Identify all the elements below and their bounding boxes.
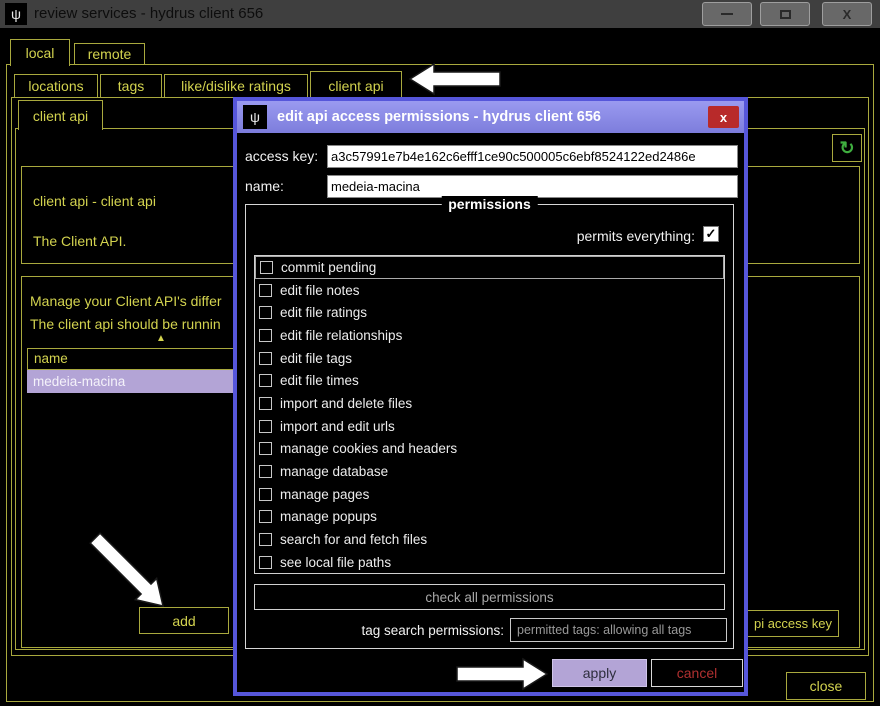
- permission-label: edit file tags: [280, 351, 352, 366]
- permission-item[interactable]: manage popups: [255, 506, 724, 529]
- permissions-list: commit pending edit file notes edit file…: [254, 255, 725, 574]
- permission-checkbox[interactable]: [259, 374, 272, 387]
- permission-label: edit file ratings: [280, 305, 367, 320]
- permission-item[interactable]: manage database: [255, 460, 724, 483]
- permission-label: edit file notes: [280, 283, 360, 298]
- tab-client-api-page[interactable]: client api: [18, 100, 103, 130]
- tab-tags[interactable]: tags: [100, 74, 162, 98]
- permission-item[interactable]: edit file times: [255, 369, 724, 392]
- permission-label: manage cookies and headers: [280, 441, 457, 456]
- permission-checkbox[interactable]: [259, 488, 272, 501]
- permission-label: edit file relationships: [280, 328, 402, 343]
- permission-checkbox[interactable]: [259, 284, 272, 297]
- access-key-input[interactable]: [327, 145, 738, 168]
- permission-item[interactable]: manage cookies and headers: [255, 438, 724, 461]
- permission-item[interactable]: import and delete files: [255, 392, 724, 415]
- permission-label: see local file paths: [280, 555, 391, 570]
- permission-checkbox[interactable]: [259, 397, 272, 410]
- tag-search-permissions-field[interactable]: permitted tags: allowing all tags: [510, 618, 727, 642]
- service-title-text: client api - client api: [33, 193, 156, 209]
- permission-item[interactable]: edit file notes: [255, 279, 724, 302]
- permission-checkbox[interactable]: [259, 556, 272, 569]
- permits-everything-checkbox[interactable]: ✓: [703, 226, 719, 242]
- permission-checkbox[interactable]: [259, 352, 272, 365]
- minimize-icon: [721, 13, 733, 15]
- permits-everything-label: permits everything:: [577, 228, 695, 244]
- add-button[interactable]: add: [139, 607, 229, 634]
- api-keys-help-text-2: The client api should be runnin: [30, 316, 221, 332]
- app-icon: ψ: [243, 105, 267, 129]
- window-titlebar: ψ review services - hydrus client 656 X: [0, 0, 880, 28]
- permission-label: edit file times: [280, 373, 359, 388]
- service-description-text: The Client API.: [33, 233, 126, 249]
- permission-label: manage pages: [280, 487, 369, 502]
- tab-locations[interactable]: locations: [14, 74, 98, 98]
- api-keys-help-text-1: Manage your Client API's differ: [30, 293, 222, 309]
- permission-checkbox[interactable]: [259, 306, 272, 319]
- permission-label: import and edit urls: [280, 419, 395, 434]
- maximize-icon: [780, 10, 791, 19]
- permission-item[interactable]: edit file tags: [255, 347, 724, 370]
- edit-api-permissions-dialog: ψ edit api access permissions - hydrus c…: [233, 97, 748, 696]
- permission-label: manage database: [280, 464, 388, 479]
- close-icon: X: [843, 7, 852, 22]
- permission-item[interactable]: edit file ratings: [255, 301, 724, 324]
- minimize-button[interactable]: [702, 2, 752, 26]
- permission-checkbox[interactable]: [259, 329, 272, 342]
- permission-label: search for and fetch files: [280, 532, 427, 547]
- permission-item[interactable]: search for and fetch files: [255, 528, 724, 551]
- app-icon: ψ: [5, 3, 27, 25]
- permission-label: commit pending: [281, 260, 376, 275]
- permission-checkbox[interactable]: [259, 465, 272, 478]
- refresh-button[interactable]: ↻: [832, 134, 862, 162]
- permission-item[interactable]: manage pages: [255, 483, 724, 506]
- dialog-titlebar: ψ edit api access permissions - hydrus c…: [237, 101, 744, 133]
- permission-item[interactable]: import and edit urls: [255, 415, 724, 438]
- close-window-button[interactable]: X: [822, 2, 872, 26]
- cancel-button[interactable]: cancel: [651, 659, 743, 687]
- tab-client-api[interactable]: client api: [310, 71, 402, 99]
- sort-ascending-icon: ▲: [156, 333, 166, 344]
- tab-like-dislike-ratings[interactable]: like/dislike ratings: [164, 74, 308, 98]
- check-icon: ✓: [704, 227, 718, 241]
- permission-label: manage popups: [280, 509, 377, 524]
- access-key-label: access key:: [245, 148, 318, 164]
- dialog-title: edit api access permissions - hydrus cli…: [277, 101, 601, 133]
- permission-checkbox[interactable]: [260, 261, 273, 274]
- permission-checkbox[interactable]: [259, 533, 272, 546]
- check-all-permissions-button[interactable]: check all permissions: [254, 584, 725, 610]
- permission-item[interactable]: edit file relationships: [255, 324, 724, 347]
- name-label: name:: [245, 178, 284, 194]
- dialog-close-button[interactable]: x: [708, 106, 739, 128]
- permissions-groupbox: permissions permits everything: ✓ commit…: [245, 204, 734, 649]
- permission-label: import and delete files: [280, 396, 412, 411]
- tag-search-permissions-label: tag search permissions:: [254, 623, 504, 638]
- permission-checkbox[interactable]: [259, 510, 272, 523]
- copy-api-access-key-button[interactable]: pi access key: [748, 610, 839, 637]
- apply-button[interactable]: apply: [552, 659, 647, 687]
- permission-checkbox[interactable]: [259, 420, 272, 433]
- tab-remote[interactable]: remote: [74, 43, 145, 65]
- window-title: review services - hydrus client 656: [34, 0, 263, 28]
- permission-item[interactable]: see local file paths: [255, 551, 724, 574]
- maximize-button[interactable]: [760, 2, 810, 26]
- refresh-icon: ↻: [839, 138, 854, 159]
- permissions-legend: permissions: [441, 196, 537, 212]
- close-button[interactable]: close: [786, 672, 866, 700]
- name-input[interactable]: [327, 175, 738, 198]
- permission-item[interactable]: commit pending: [255, 256, 724, 279]
- tab-local[interactable]: local: [10, 39, 70, 66]
- permission-checkbox[interactable]: [259, 442, 272, 455]
